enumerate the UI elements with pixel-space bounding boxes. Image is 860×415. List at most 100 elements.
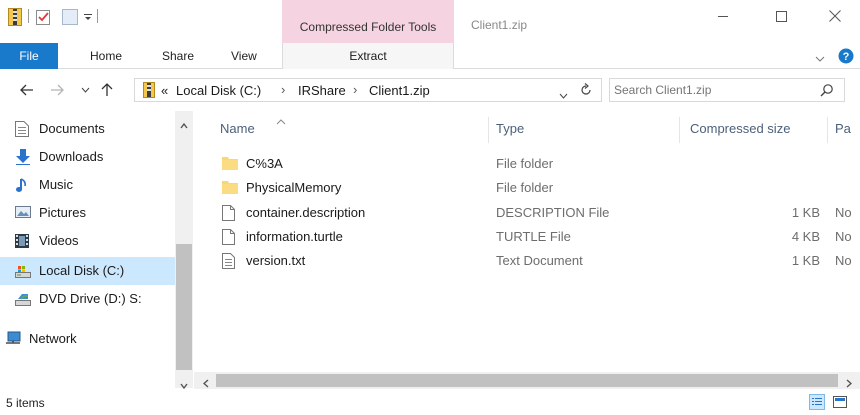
ribbon-tabs: File Home Share View Extract ?	[0, 43, 860, 69]
tab-file[interactable]: File	[0, 43, 58, 69]
context-tab-label: Compressed Folder Tools	[299, 20, 437, 34]
file-list: Name Type Compressed size Pa C%3A File f…	[194, 111, 860, 388]
table-row[interactable]: version.txt Text Document 1 KB No	[194, 250, 860, 272]
svg-text:?: ?	[843, 51, 850, 63]
file-type: DESCRIPTION File	[496, 205, 610, 220]
forward-button[interactable]	[46, 80, 68, 100]
folder-icon	[222, 180, 238, 196]
videos-icon	[15, 233, 31, 249]
file-type: File folder	[496, 156, 554, 171]
file-extra: No	[835, 205, 852, 220]
table-row[interactable]: container.description DESCRIPTION File 1…	[194, 202, 860, 224]
up-button[interactable]	[96, 80, 118, 100]
chevron-down-icon	[81, 87, 89, 93]
dvd-drive-icon	[15, 291, 31, 307]
minimize-icon	[718, 16, 728, 17]
file-name: version.txt	[246, 253, 306, 268]
navigation-pane: Documents Downloads Music Pictures Video…	[0, 111, 193, 388]
file-icon	[222, 205, 238, 221]
refresh-icon[interactable]	[579, 83, 593, 100]
back-button[interactable]	[16, 80, 38, 100]
column-divider[interactable]	[679, 117, 680, 143]
file-size: 1 KB	[791, 205, 820, 220]
customize-dropdown-icon[interactable]	[83, 8, 93, 26]
tab-share[interactable]: Share	[162, 43, 194, 69]
file-type: File folder	[496, 180, 554, 195]
nav-item-music[interactable]: Music	[0, 171, 175, 199]
column-header-compressed-size[interactable]: Compressed size	[690, 121, 790, 136]
column-header-type[interactable]: Type	[496, 121, 524, 136]
address-bar[interactable]: « Local Disk (C:) › IRShare › Client1.zi…	[134, 78, 602, 102]
nav-item-downloads[interactable]: Downloads	[0, 143, 175, 171]
nav-item-label: Music	[39, 177, 73, 192]
pictures-icon	[15, 205, 31, 221]
qat-separator	[28, 9, 29, 23]
tab-home[interactable]: Home	[90, 43, 122, 69]
downloads-icon	[15, 149, 31, 165]
details-view-icon[interactable]	[809, 394, 825, 410]
nav-item-label: DVD Drive (D:) S:	[39, 291, 142, 306]
file-name: PhysicalMemory	[246, 180, 342, 195]
close-button[interactable]	[812, 0, 858, 32]
breadcrumb-client1-zip[interactable]: Client1.zip	[369, 83, 430, 98]
table-row[interactable]: C%3A File folder	[194, 153, 860, 175]
network-icon	[5, 331, 21, 347]
breadcrumb-overflow[interactable]: «	[161, 83, 168, 98]
file-icon	[222, 229, 238, 245]
table-row[interactable]: PhysicalMemory File folder	[194, 177, 860, 199]
file-name: C%3A	[246, 156, 283, 171]
folder-icon	[222, 156, 238, 172]
scroll-up-arrow-icon[interactable]	[180, 117, 188, 132]
recent-locations-button[interactable]	[74, 80, 96, 100]
help-icon[interactable]: ?	[838, 48, 854, 67]
nav-item-videos[interactable]: Videos	[0, 227, 175, 255]
nav-item-network[interactable]: Network	[0, 325, 175, 353]
nav-item-pictures[interactable]: Pictures	[0, 199, 175, 227]
properties-check-icon[interactable]	[36, 8, 51, 26]
music-icon	[15, 177, 31, 193]
close-icon	[829, 10, 841, 22]
tab-extract[interactable]: Extract	[282, 43, 454, 69]
search-box[interactable]	[609, 78, 845, 102]
column-header-password[interactable]: Pa	[835, 121, 851, 136]
nav-item-documents[interactable]: Documents	[0, 115, 175, 143]
forward-arrow-icon	[51, 84, 64, 96]
nav-item-dvd-drive[interactable]: DVD Drive (D:) S:	[0, 285, 175, 313]
folder-zip-icon[interactable]	[8, 8, 22, 26]
ribbon-expand-chevron-icon[interactable]	[815, 51, 825, 66]
search-input[interactable]	[614, 81, 814, 99]
new-folder-icon[interactable]	[62, 8, 78, 26]
local-disk-icon	[15, 263, 31, 279]
documents-icon	[15, 121, 31, 137]
title-bar: Compressed Folder Tools Client1.zip	[0, 0, 860, 43]
file-extra: No	[835, 229, 852, 244]
item-count: 5 items	[6, 396, 45, 410]
nav-pane-scroll-thumb[interactable]	[176, 244, 192, 370]
column-divider[interactable]	[827, 117, 828, 143]
address-history-chevron-icon[interactable]	[559, 87, 568, 102]
file-size: 4 KB	[791, 229, 820, 244]
sort-ascending-icon	[276, 113, 286, 128]
breadcrumb-separator[interactable]: ›	[353, 82, 357, 97]
breadcrumb-irshare[interactable]: IRShare	[298, 83, 346, 98]
nav-item-label: Local Disk (C:)	[39, 263, 125, 278]
nav-item-label: Videos	[39, 233, 79, 248]
file-type: TURTLE File	[496, 229, 571, 244]
minimize-button[interactable]	[700, 0, 746, 32]
file-name: container.description	[246, 205, 366, 220]
back-arrow-icon	[20, 84, 33, 96]
breadcrumb-separator[interactable]: ›	[281, 82, 285, 97]
breadcrumb-local-disk[interactable]: Local Disk (C:)	[176, 83, 261, 98]
large-icons-view-icon[interactable]	[832, 394, 848, 410]
search-icon[interactable]	[820, 83, 834, 100]
column-divider[interactable]	[488, 117, 489, 143]
nav-item-label: Network	[29, 331, 77, 346]
column-header-name[interactable]: Name	[220, 121, 255, 136]
nav-item-label: Downloads	[39, 149, 104, 164]
horizontal-scroll-thumb[interactable]	[216, 374, 838, 387]
table-row[interactable]: information.turtle TURTLE File 4 KB No	[194, 226, 860, 248]
maximize-button[interactable]	[758, 0, 804, 32]
tab-view[interactable]: View	[231, 43, 257, 69]
nav-item-local-disk[interactable]: Local Disk (C:)	[0, 257, 175, 285]
file-name: information.turtle	[246, 229, 343, 244]
